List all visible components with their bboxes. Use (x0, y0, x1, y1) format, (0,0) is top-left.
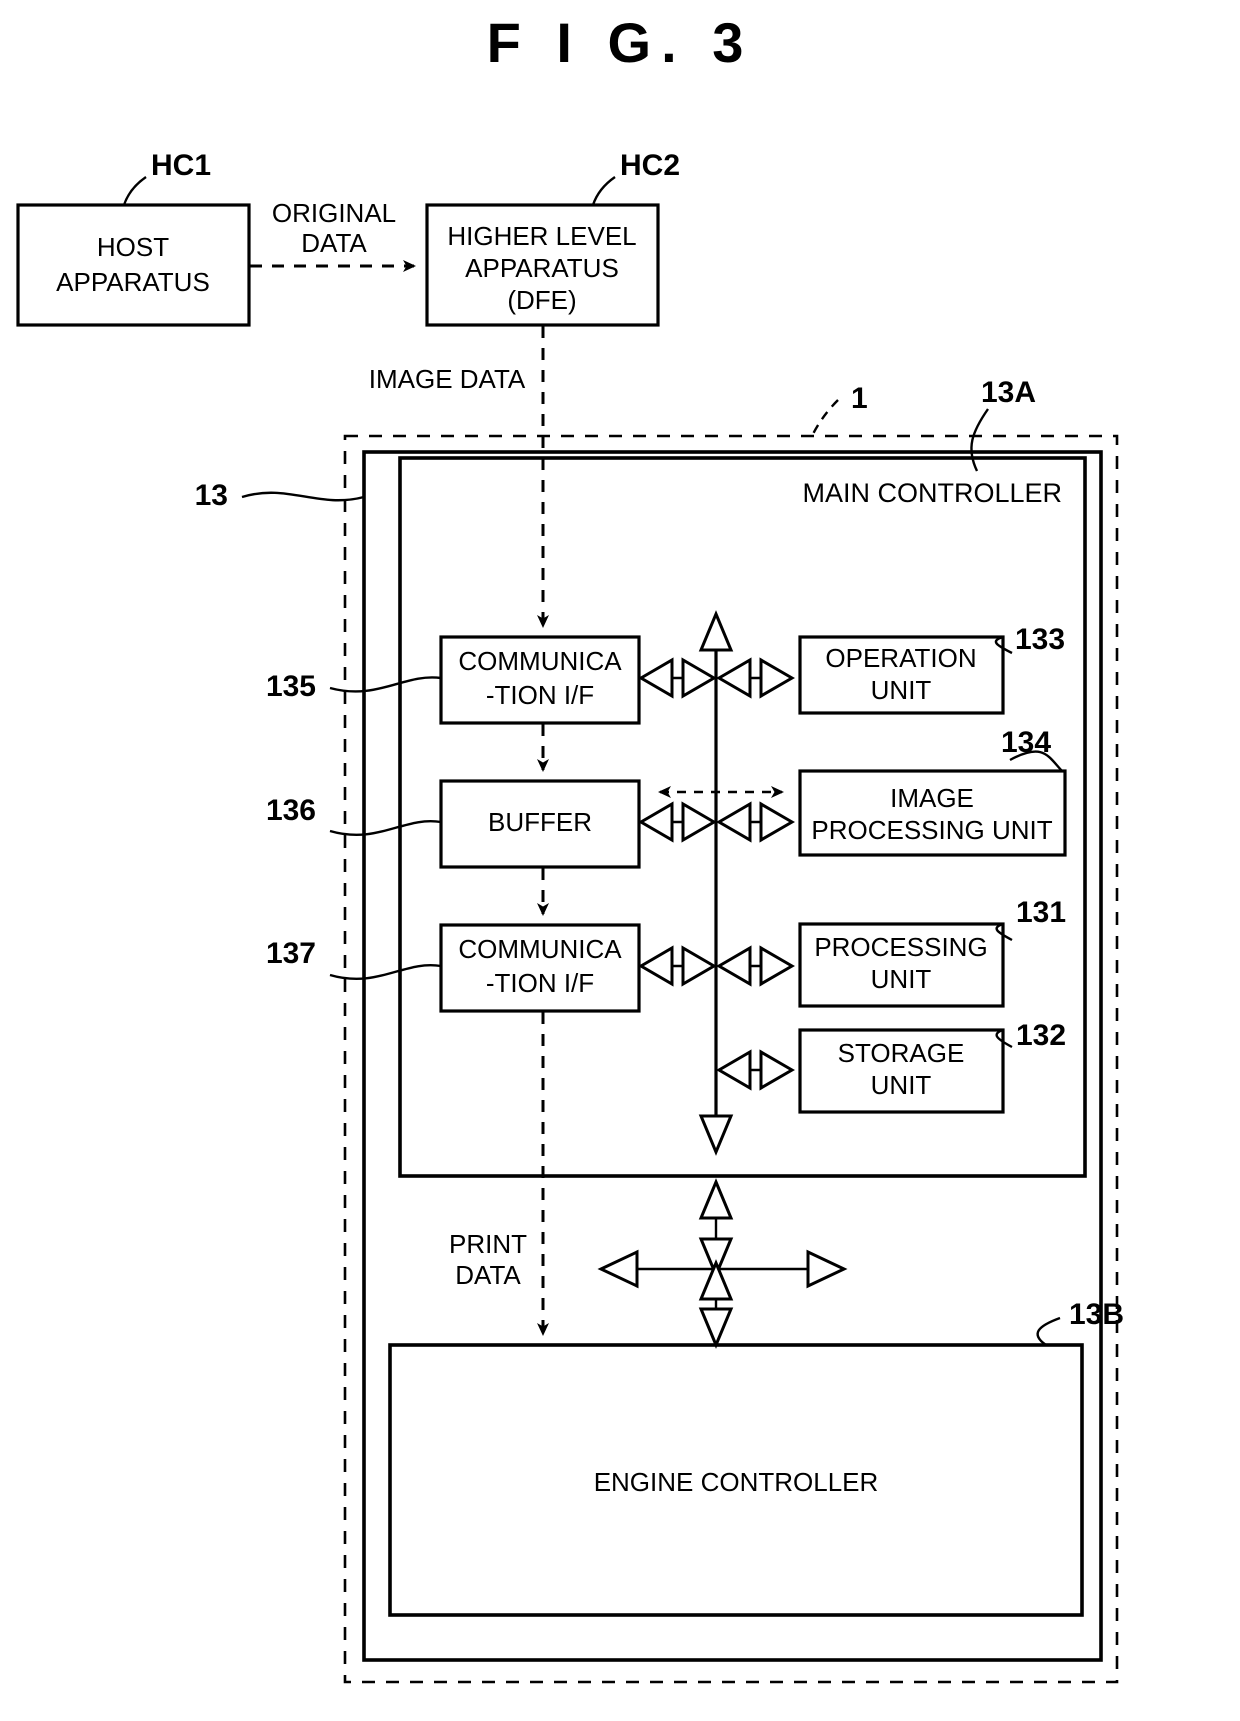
image-processing-unit-label-line1: IMAGE (890, 783, 974, 813)
arrow-commif-bottom-to-bus (638, 945, 717, 987)
communication-if-bottom-label-line1: COMMUNICA (458, 934, 622, 964)
ref-controller: 13 (195, 479, 228, 512)
communication-if-top-label-line2: -TION I/F (486, 680, 594, 710)
ref-communication-if-top: 135 (266, 670, 316, 703)
leader-ref-1 (810, 399, 839, 437)
operation-unit-label-line1: OPERATION (825, 643, 976, 673)
arrow-commif-top-to-bus (638, 657, 717, 699)
flow-print-data-label-line1: PRINT (449, 1229, 527, 1259)
controller-interconnect-cross-arrow (597, 1178, 848, 1349)
ref-engine-controller: 13B (1069, 1298, 1124, 1331)
figure-diagram: HOST APPARATUS HIGHER LEVEL APPARATUS (D… (16, 149, 1124, 1684)
flow-original-data-label-line1: ORIGINAL (272, 198, 396, 228)
communication-if-bottom-label-line2: -TION I/F (486, 968, 594, 998)
host-apparatus-label-line2: APPARATUS (56, 267, 210, 297)
arrow-bus-to-operation-unit (716, 657, 795, 699)
leader-ref-13a (970, 408, 989, 472)
figure-page: F I G. 3 HOST APPARATUS HIGHER LEVEL APP… (0, 0, 1240, 1721)
image-processing-unit-label-line2: PROCESSING UNIT (811, 815, 1052, 845)
storage-unit-label-line1: STORAGE (838, 1038, 965, 1068)
leader-ref-136 (329, 819, 442, 836)
processing-unit-label-line1: PROCESSING (814, 932, 987, 962)
leader-hc2 (591, 176, 616, 206)
ref-hc2: HC2 (620, 149, 680, 182)
ref-printing-apparatus: 1 (851, 382, 868, 415)
leader-ref-135 (329, 676, 442, 693)
buffer-label: BUFFER (488, 807, 592, 837)
leader-ref-13 (241, 491, 365, 502)
operation-unit-label-line2: UNIT (871, 675, 932, 705)
ref-operation-unit: 133 (1015, 623, 1065, 656)
communication-if-top-label-line1: COMMUNICA (458, 646, 622, 676)
processing-unit-label-line2: UNIT (871, 964, 932, 994)
higher-level-apparatus-label-line1: HIGHER LEVEL (447, 221, 636, 251)
flow-original-data-label-line2: DATA (301, 228, 367, 258)
host-apparatus-box (16, 203, 251, 327)
arrow-bus-to-image-processing-unit (716, 801, 795, 843)
ref-processing-unit: 131 (1016, 896, 1066, 929)
leader-ref-137 (329, 963, 442, 980)
bus-bottom-arrowhead (698, 1114, 734, 1156)
engine-controller-label: ENGINE CONTROLLER (594, 1467, 879, 1497)
ref-main-controller: 13A (981, 376, 1036, 409)
flow-image-data-label: IMAGE DATA (369, 364, 526, 394)
ref-buffer: 136 (266, 794, 316, 827)
main-controller-label: MAIN CONTROLLER (802, 478, 1062, 508)
ref-storage-unit: 132 (1016, 1019, 1066, 1052)
bus-top-arrowhead (698, 610, 734, 652)
arrow-buffer-to-bus (638, 801, 717, 843)
leader-ref-13b (1036, 1316, 1061, 1346)
arrow-bus-to-processing-unit (716, 945, 795, 987)
host-apparatus-label-line1: HOST (97, 232, 169, 262)
ref-image-processing-unit: 134 (1001, 726, 1051, 759)
higher-level-apparatus-label-line2: APPARATUS (465, 253, 619, 283)
leader-hc1 (122, 176, 147, 206)
flow-print-data-label-line2: DATA (455, 1260, 521, 1290)
storage-unit-label-line2: UNIT (871, 1070, 932, 1100)
higher-level-apparatus-label-line3: (DFE) (507, 285, 576, 315)
arrow-bus-to-storage-unit (716, 1049, 795, 1091)
ref-hc1: HC1 (151, 149, 211, 182)
ref-communication-if-bottom: 137 (266, 937, 316, 970)
